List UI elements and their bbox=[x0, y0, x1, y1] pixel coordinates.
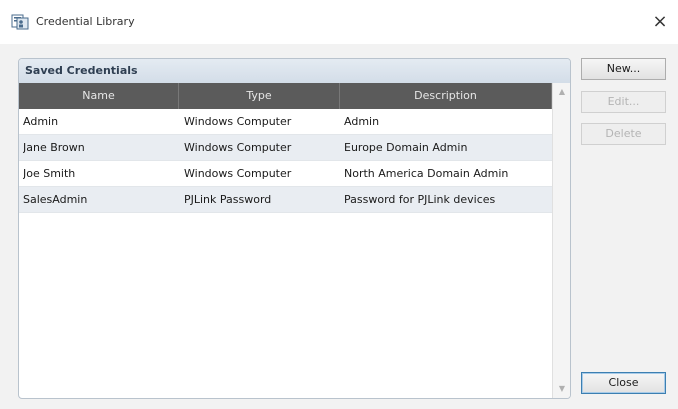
column-header-description[interactable]: Description bbox=[340, 83, 552, 109]
group-header: Saved Credentials bbox=[19, 59, 570, 83]
new-button[interactable]: New... bbox=[581, 58, 666, 80]
column-header-name[interactable]: Name bbox=[19, 83, 179, 109]
cell-name: SalesAdmin bbox=[23, 193, 88, 206]
cell-description: Europe Domain Admin bbox=[344, 141, 468, 154]
close-window-icon[interactable]: × bbox=[646, 8, 674, 36]
edit-button[interactable]: Edit... bbox=[581, 91, 666, 113]
cell-type: Windows Computer bbox=[184, 141, 292, 154]
table-row[interactable]: Admin Windows Computer Admin bbox=[19, 109, 552, 135]
close-button[interactable]: Close bbox=[581, 372, 666, 394]
scroll-up-icon[interactable]: ▲ bbox=[553, 83, 570, 101]
table-row[interactable]: Joe Smith Windows Computer North America… bbox=[19, 161, 552, 187]
scroll-down-icon[interactable]: ▼ bbox=[553, 380, 570, 398]
title-bar[interactable]: Credential Library × bbox=[0, 0, 678, 44]
cell-type: PJLink Password bbox=[184, 193, 272, 206]
table-row[interactable]: SalesAdmin PJLink Password Password for … bbox=[19, 187, 552, 213]
cell-name: Admin bbox=[23, 115, 59, 128]
column-header-type[interactable]: Type bbox=[179, 83, 340, 109]
credential-library-icon bbox=[11, 12, 29, 30]
saved-credentials-group: Saved Credentials Name Type Description … bbox=[18, 58, 571, 399]
cell-name: Jane Brown bbox=[23, 141, 85, 154]
group-title: Saved Credentials bbox=[25, 64, 138, 77]
table-header: Name Type Description bbox=[19, 83, 552, 109]
delete-button[interactable]: Delete bbox=[581, 123, 666, 145]
cell-type: Windows Computer bbox=[184, 167, 292, 180]
vertical-scrollbar[interactable]: ▲ ▼ bbox=[552, 83, 570, 398]
window-title: Credential Library bbox=[36, 15, 135, 28]
cell-type: Windows Computer bbox=[184, 115, 292, 128]
cell-description: North America Domain Admin bbox=[344, 167, 509, 180]
cell-description: Password for PJLink devices bbox=[344, 193, 496, 206]
cell-name: Joe Smith bbox=[23, 167, 76, 180]
dialog-body: Saved Credentials Name Type Description … bbox=[0, 44, 678, 409]
table-row[interactable]: Jane Brown Windows Computer Europe Domai… bbox=[19, 135, 552, 161]
credential-library-window: Credential Library × Saved Credentials N… bbox=[0, 0, 678, 409]
cell-description: Admin bbox=[344, 115, 380, 128]
